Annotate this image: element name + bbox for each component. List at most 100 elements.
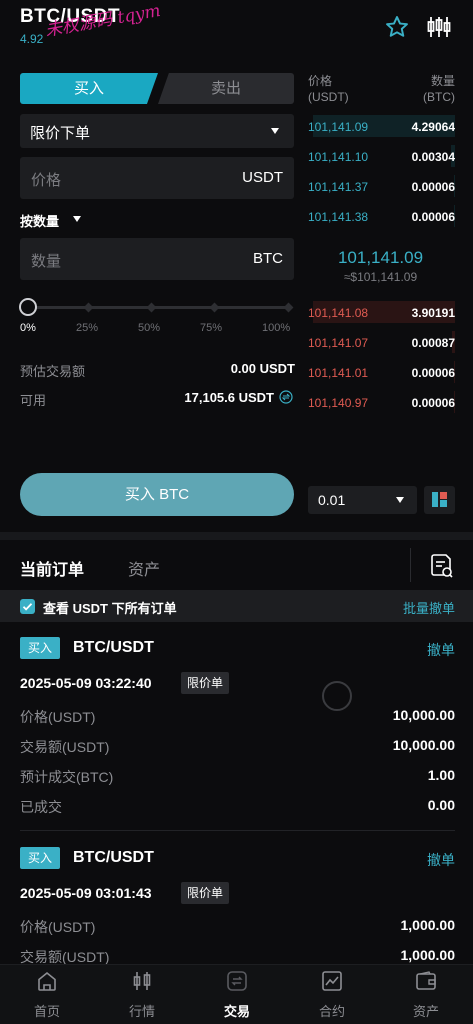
order-type-badge: 限价单 bbox=[181, 672, 230, 694]
order-pair: BTC/USDT bbox=[73, 849, 154, 866]
quantity-mode-select[interactable]: 按数量 bbox=[20, 211, 81, 230]
price-input[interactable]: 价格 USDT bbox=[20, 157, 294, 199]
orderbook-bid-row[interactable]: 101,141.07 0.00087 bbox=[306, 332, 455, 354]
order-price-label: 价格(USDT) bbox=[20, 709, 96, 725]
slider-mark-0[interactable]: 0% bbox=[20, 322, 36, 334]
quantity-unit: BTC bbox=[253, 250, 283, 267]
batch-cancel-button[interactable]: 批量撤单 bbox=[403, 598, 455, 617]
tab-sell[interactable]: 卖出 bbox=[158, 73, 294, 104]
show-all-label[interactable]: 查看 USDT 下所有订单 bbox=[43, 598, 177, 617]
cancel-order-button[interactable]: 撤单 bbox=[427, 850, 455, 870]
order-amount-value: 10,000.00 bbox=[392, 737, 455, 753]
slider-tick[interactable] bbox=[283, 302, 294, 313]
futures-chart-icon bbox=[322, 971, 342, 991]
exchange-icon[interactable] bbox=[279, 390, 293, 404]
side-badge: 买入 bbox=[20, 847, 60, 869]
order-type-badge: 限价单 bbox=[181, 882, 230, 904]
nav-market[interactable]: 行情 bbox=[95, 965, 189, 1024]
show-all-checkbox[interactable] bbox=[20, 599, 35, 614]
slider-mark-50[interactable]: 50% bbox=[138, 322, 160, 334]
order-price-value: 10,000.00 bbox=[392, 707, 455, 723]
quantity-placeholder: 数量 bbox=[31, 253, 62, 270]
orderbook-price: 101,141.38 bbox=[308, 210, 369, 224]
caret-down-icon bbox=[271, 128, 279, 134]
slider-mark-100[interactable]: 100% bbox=[262, 322, 290, 334]
orderbook-price: 101,141.37 bbox=[308, 180, 369, 194]
order-time: 2025-05-09 03:22:40 bbox=[20, 675, 152, 691]
amount-slider-handle[interactable] bbox=[19, 298, 37, 316]
order-filled-value: 0.00 bbox=[427, 797, 455, 813]
tab-separator bbox=[410, 548, 411, 582]
quantity-input[interactable]: 数量 BTC bbox=[20, 238, 294, 280]
orderbook-ask-row[interactable]: 101,141.09 4.29064 bbox=[306, 116, 455, 138]
order-pair: BTC/USDT bbox=[73, 639, 154, 656]
trade-icon bbox=[227, 971, 247, 991]
order-price-value: 1,000.00 bbox=[400, 917, 456, 933]
orderbook-qty: 0.00006 bbox=[411, 366, 455, 380]
slider-tick[interactable] bbox=[209, 302, 220, 313]
section-divider bbox=[0, 532, 473, 540]
order-estimated-label: 预计成交(BTC) bbox=[20, 769, 114, 785]
precision-value: 0.01 bbox=[318, 492, 346, 508]
buy-sell-tabs: 买入 卖出 bbox=[20, 73, 294, 104]
orderbook-qty: 0.00006 bbox=[411, 180, 455, 194]
amount-slider-track[interactable] bbox=[28, 306, 292, 309]
orderbook-bid-row[interactable]: 101,141.08 3.90191 bbox=[306, 302, 455, 324]
nav-home[interactable]: 首页 bbox=[0, 965, 94, 1024]
orderbook-qty: 0.00006 bbox=[411, 210, 455, 224]
tab-buy[interactable]: 买入 bbox=[20, 73, 158, 104]
bottom-navigation: 首页 行情 交易 合约 资产 bbox=[0, 964, 473, 1024]
side-badge: 买入 bbox=[20, 637, 60, 659]
order-history-icon[interactable] bbox=[430, 553, 454, 579]
tab-current-orders[interactable]: 当前订单 bbox=[20, 556, 84, 580]
orderbook-qty: 3.90191 bbox=[411, 306, 455, 320]
check-icon bbox=[22, 603, 33, 611]
orderbook-price: 101,140.97 bbox=[308, 396, 369, 410]
tab-assets[interactable]: 资产 bbox=[128, 556, 160, 580]
order-estimated-value: 1.00 bbox=[427, 767, 455, 783]
card-divider bbox=[20, 830, 455, 831]
orderbook-price: 101,141.08 bbox=[308, 306, 369, 320]
cancel-order-button[interactable]: 撤单 bbox=[427, 640, 455, 660]
order-time: 2025-05-09 03:01:43 bbox=[20, 885, 152, 901]
orderbook-qty: 0.00087 bbox=[411, 336, 455, 350]
order-type-select[interactable]: 限价下单 bbox=[20, 114, 294, 148]
nav-futures[interactable]: 合约 bbox=[285, 965, 379, 1024]
price-unit: USDT bbox=[242, 169, 283, 186]
nav-trade[interactable]: 交易 bbox=[190, 965, 284, 1024]
slider-tick[interactable] bbox=[83, 302, 94, 313]
wallet-icon bbox=[416, 971, 436, 990]
orderbook-price-header: 价格 (USDT) bbox=[308, 74, 349, 104]
order-price-label: 价格(USDT) bbox=[20, 919, 96, 935]
order-type-value: 限价下单 bbox=[30, 125, 91, 142]
orderbook-layout-button[interactable] bbox=[424, 486, 455, 514]
orderbook-bid-row[interactable]: 101,141.01 0.00006 bbox=[306, 362, 455, 384]
order-filled-label: 已成交 bbox=[20, 799, 62, 815]
slider-tick[interactable] bbox=[146, 302, 157, 313]
star-icon[interactable] bbox=[384, 14, 410, 40]
orderbook-price: 101,141.01 bbox=[308, 366, 369, 380]
quantity-mode-label: 按数量 bbox=[20, 214, 60, 229]
buy-submit-button[interactable]: 买入 BTC bbox=[20, 473, 294, 516]
orderbook-qty: 0.00304 bbox=[411, 150, 455, 164]
orderbook-price: 101,141.10 bbox=[308, 150, 369, 164]
last-price-fiat: ≈$101,141.09 bbox=[343, 270, 418, 284]
orderbook-ask-row[interactable]: 101,141.38 0.00006 bbox=[306, 206, 455, 228]
orderbook-ask-row[interactable]: 101,141.37 0.00006 bbox=[306, 176, 455, 198]
home-icon bbox=[38, 971, 56, 991]
slider-mark-75[interactable]: 75% bbox=[200, 322, 222, 334]
precision-select[interactable]: 0.01 bbox=[308, 486, 417, 514]
caret-down-icon bbox=[73, 216, 81, 222]
slider-mark-25[interactable]: 25% bbox=[76, 322, 98, 334]
orderbook-bid-row[interactable]: 101,140.97 0.00006 bbox=[306, 392, 455, 414]
order-amount-value: 1,000.00 bbox=[400, 947, 456, 963]
candlestick-chart-icon[interactable] bbox=[426, 14, 452, 40]
market-candle-icon bbox=[133, 972, 151, 990]
orderbook-ask-row[interactable]: 101,141.10 0.00304 bbox=[306, 146, 455, 168]
touch-indicator bbox=[322, 681, 352, 711]
nav-assets[interactable]: 资产 bbox=[379, 965, 473, 1024]
top-bar: BTC/USDT 4.92 未权源码 tqym bbox=[0, 0, 473, 70]
order-amount-label: 交易额(USDT) bbox=[20, 739, 110, 755]
orderbook-qty-header: 数量 (BTC) bbox=[423, 74, 455, 104]
price-placeholder: 价格 bbox=[31, 172, 62, 189]
